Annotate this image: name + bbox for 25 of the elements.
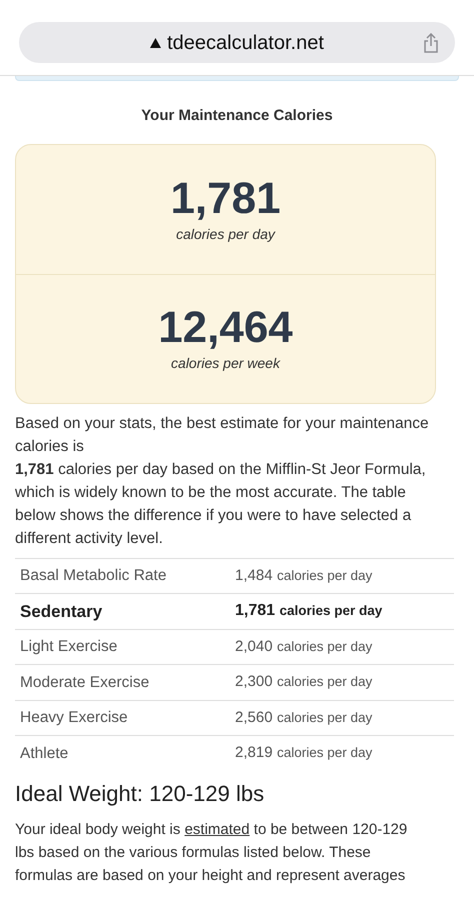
- table-cell-text: Sedentary: [20, 600, 104, 622]
- table-cell-text: Light Exercise: [20, 637, 118, 658]
- ideal-weight-paragraph: Your ideal body weight is estimated to be between 120-129 lbs based on the various formulas listed below. These formulas are based on your height and represent averages: [15, 820, 408, 886]
- url-text: tdeecalculator.net: [150, 28, 324, 58]
- share-icon[interactable]: [423, 32, 439, 52]
- table-cell-text: Basal Metabolic Rate: [20, 566, 168, 586]
- summary-paragraph: Based on your stats, the best estimate for your maintenance calories is 1,781 calories per day based on the Mifflin-St Jeor Formula, which is widely known to be the most accurate. The table below shows the difference if you were to have selected a different activity level.: [15, 414, 430, 548]
- table-cell-text: Athlete: [20, 744, 70, 764]
- table-cell-text: 2,819 calories per day: [235, 743, 372, 764]
- estimated-link[interactable]: estimated: [184, 820, 250, 838]
- table-cell-text: 2,560 calories per day: [235, 708, 372, 728]
- calorie-unit: calories per week: [171, 354, 280, 373]
- table-cell-text: Moderate Exercise: [20, 672, 150, 693]
- calorie-value: 1,781: [170, 174, 281, 224]
- table-cell-text: Heavy Exercise: [20, 708, 129, 728]
- calorie-unit: calories per day: [176, 224, 275, 244]
- calorie-value: 12,464: [158, 303, 293, 353]
- section-title: Your Maintenance Calories: [140, 106, 334, 126]
- warning-icon: [150, 38, 162, 48]
- ideal-weight-heading: Ideal Weight: 120-129 lbs: [15, 780, 266, 808]
- table-cell-text: 2,300 calories per day: [235, 672, 372, 692]
- table-cell-text: 1,484 calories per day: [235, 566, 372, 586]
- table-cell-text: 1,781 calories per day: [235, 601, 382, 622]
- table-cell-text: 2,040 calories per day: [235, 636, 372, 657]
- address-bar[interactable]: tdeecalculator.net: [19, 22, 455, 63]
